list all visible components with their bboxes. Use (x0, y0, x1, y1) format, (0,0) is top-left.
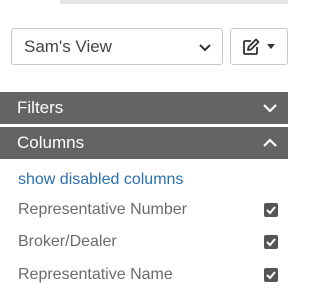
check-icon (266, 238, 276, 247)
chevron-up-icon (263, 138, 277, 147)
filters-panel-header[interactable]: Filters (0, 92, 288, 124)
column-checkbox[interactable] (264, 203, 278, 217)
column-row-broker-dealer: Broker/Dealer (0, 233, 288, 255)
column-row-representative-number: Representative Number (0, 201, 288, 223)
chevron-down-icon (199, 44, 211, 52)
columns-panel-header[interactable]: Columns (0, 127, 288, 159)
check-icon (266, 206, 276, 215)
column-checkbox[interactable] (264, 235, 278, 249)
caret-down-icon (267, 44, 275, 49)
column-label: Broker/Dealer (18, 233, 117, 250)
filters-panel-title: Filters (17, 98, 64, 117)
view-select[interactable]: Sam's View (11, 28, 223, 65)
edit-view-button[interactable] (230, 28, 288, 65)
column-label: Representative Number (18, 201, 187, 218)
view-select-value: Sam's View (24, 36, 112, 56)
active-tab[interactable] (0, 0, 60, 4)
top-tab-strip (0, 0, 288, 4)
pencil-square-icon (243, 38, 260, 55)
chevron-down-icon (263, 104, 277, 113)
columns-panel-title: Columns (17, 133, 85, 152)
show-disabled-columns-link[interactable]: show disabled columns (18, 171, 183, 189)
check-icon (266, 271, 276, 280)
column-checkbox[interactable] (264, 268, 278, 282)
column-label: Representative Name (18, 266, 173, 283)
column-row-representative-name: Representative Name (0, 266, 288, 288)
